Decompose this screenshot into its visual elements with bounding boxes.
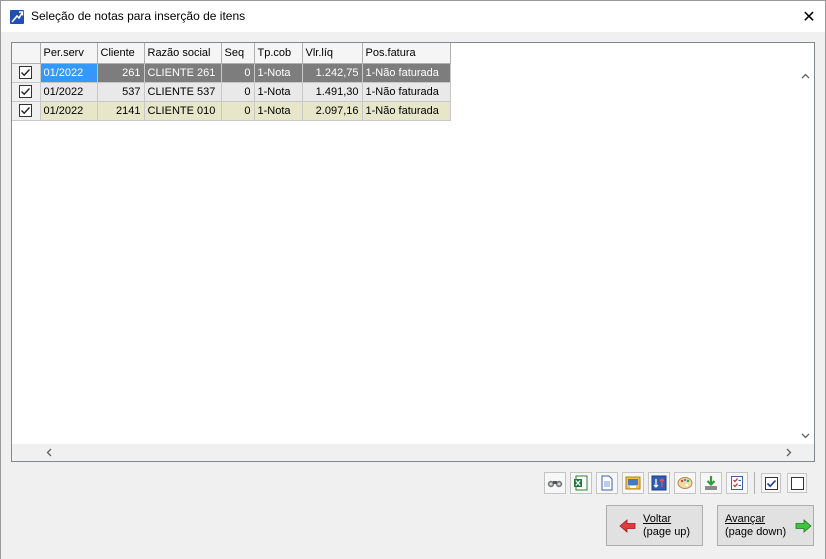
cell-cliente[interactable]: 537	[97, 82, 145, 102]
forward-label: Avançar	[725, 512, 766, 525]
table-row[interactable]: 01/2022 2141 CLIENTE 010 0 1-Nota 2.097,…	[12, 101, 451, 121]
row-checkbox[interactable]	[19, 66, 33, 79]
notes-grid: Per.serv Cliente Razão social Seq Tp.cob…	[11, 42, 815, 462]
vertical-scrollbar[interactable]	[797, 43, 814, 444]
back-arrow-icon	[619, 518, 636, 533]
check-all-button[interactable]	[761, 473, 781, 493]
cell-pos-fatura[interactable]: 1-Não faturada	[362, 63, 451, 83]
dialog-window: Seleção de notas para inserção de itens …	[0, 0, 826, 559]
header-per-serv[interactable]: Per.serv	[40, 43, 98, 64]
cell-tp-cob[interactable]: 1-Nota	[254, 101, 303, 121]
scroll-down-icon[interactable]	[797, 427, 814, 444]
dialog-body: Per.serv Cliente Razão social Seq Tp.cob…	[1, 32, 825, 559]
cell-vlr-liq[interactable]: 1.491,30	[302, 82, 363, 102]
cell-per-serv[interactable]: 01/2022	[40, 63, 98, 83]
checkmark-icon	[21, 69, 31, 77]
cell-vlr-liq[interactable]: 1.242,75	[302, 63, 363, 83]
checkmark-icon	[21, 107, 31, 115]
palette-icon[interactable]	[674, 472, 696, 494]
binoculars-icon[interactable]	[544, 472, 566, 494]
app-icon	[10, 10, 24, 24]
table-row[interactable]: 01/2022 261 CLIENTE 261 0 1-Nota 1.242,7…	[12, 63, 451, 83]
cell-pos-fatura[interactable]: 1-Não faturada	[362, 82, 451, 102]
title-bar: Seleção de notas para inserção de itens …	[1, 1, 825, 32]
header-razao-social[interactable]: Razão social	[144, 43, 222, 64]
uncheck-all-button[interactable]	[787, 473, 807, 493]
header-select-column[interactable]	[12, 43, 41, 64]
document-icon[interactable]	[596, 472, 618, 494]
print-preview-icon[interactable]	[622, 472, 644, 494]
scroll-up-icon[interactable]	[797, 67, 814, 84]
cell-tp-cob[interactable]: 1-Nota	[254, 63, 303, 83]
cell-per-serv[interactable]: 01/2022	[40, 82, 98, 102]
sort-icon[interactable]	[648, 472, 670, 494]
forward-arrow-icon	[795, 518, 812, 533]
cell-seq[interactable]: 0	[221, 101, 255, 121]
cell-tp-cob[interactable]: 1-Nota	[254, 82, 303, 102]
horizontal-scrollbar[interactable]	[12, 444, 797, 461]
cell-vlr-liq[interactable]: 2.097,16	[302, 101, 363, 121]
scrollbar-corner	[797, 444, 814, 461]
checklist-icon[interactable]	[726, 472, 748, 494]
toolbar-separator	[754, 472, 755, 494]
row-checkbox[interactable]	[19, 104, 33, 117]
row-checkbox-cell[interactable]	[12, 63, 41, 83]
excel-export-icon[interactable]	[570, 472, 592, 494]
header-vlr-liq[interactable]: Vlr.líq	[302, 43, 363, 64]
notes-table: Per.serv Cliente Razão social Seq Tp.cob…	[12, 43, 451, 121]
cell-seq[interactable]: 0	[221, 82, 255, 102]
back-button[interactable]: Voltar (page up)	[606, 505, 703, 546]
close-button[interactable]: ✕	[793, 1, 825, 32]
header-cliente[interactable]: Cliente	[97, 43, 145, 64]
header-tp-cob[interactable]: Tp.cob	[254, 43, 303, 64]
checkbox-checked-icon	[764, 476, 778, 490]
scroll-right-icon[interactable]	[780, 444, 797, 461]
download-icon[interactable]	[700, 472, 722, 494]
row-checkbox-cell[interactable]	[12, 82, 41, 102]
cell-razao-social[interactable]: CLIENTE 261	[144, 63, 222, 83]
checkbox-unchecked-icon	[790, 476, 804, 490]
forward-button[interactable]: Avançar (page down)	[717, 505, 814, 546]
cell-pos-fatura[interactable]: 1-Não faturada	[362, 101, 451, 121]
row-checkbox-cell[interactable]	[12, 101, 41, 121]
grid-toolbar	[544, 472, 813, 494]
close-icon: ✕	[802, 8, 816, 26]
row-checkbox[interactable]	[19, 85, 33, 98]
cell-cliente[interactable]: 261	[97, 63, 145, 83]
checkmark-icon	[21, 88, 31, 96]
header-seq[interactable]: Seq	[221, 43, 255, 64]
cell-razao-social[interactable]: CLIENTE 537	[144, 82, 222, 102]
back-shortcut: (page up)	[643, 525, 691, 538]
back-label: Voltar	[643, 512, 672, 525]
cell-razao-social[interactable]: CLIENTE 010	[144, 101, 222, 121]
forward-shortcut: (page down)	[725, 525, 787, 538]
table-row[interactable]: 01/2022 537 CLIENTE 537 0 1-Nota 1.491,3…	[12, 82, 451, 102]
cell-seq[interactable]: 0	[221, 63, 255, 83]
window-title: Seleção de notas para inserção de itens	[31, 9, 246, 23]
cell-cliente[interactable]: 2141	[97, 101, 145, 121]
header-pos-fatura[interactable]: Pos.fatura	[362, 43, 451, 64]
scroll-left-icon[interactable]	[40, 444, 57, 461]
cell-per-serv[interactable]: 01/2022	[40, 101, 98, 121]
header-row: Per.serv Cliente Razão social Seq Tp.cob…	[12, 43, 451, 64]
